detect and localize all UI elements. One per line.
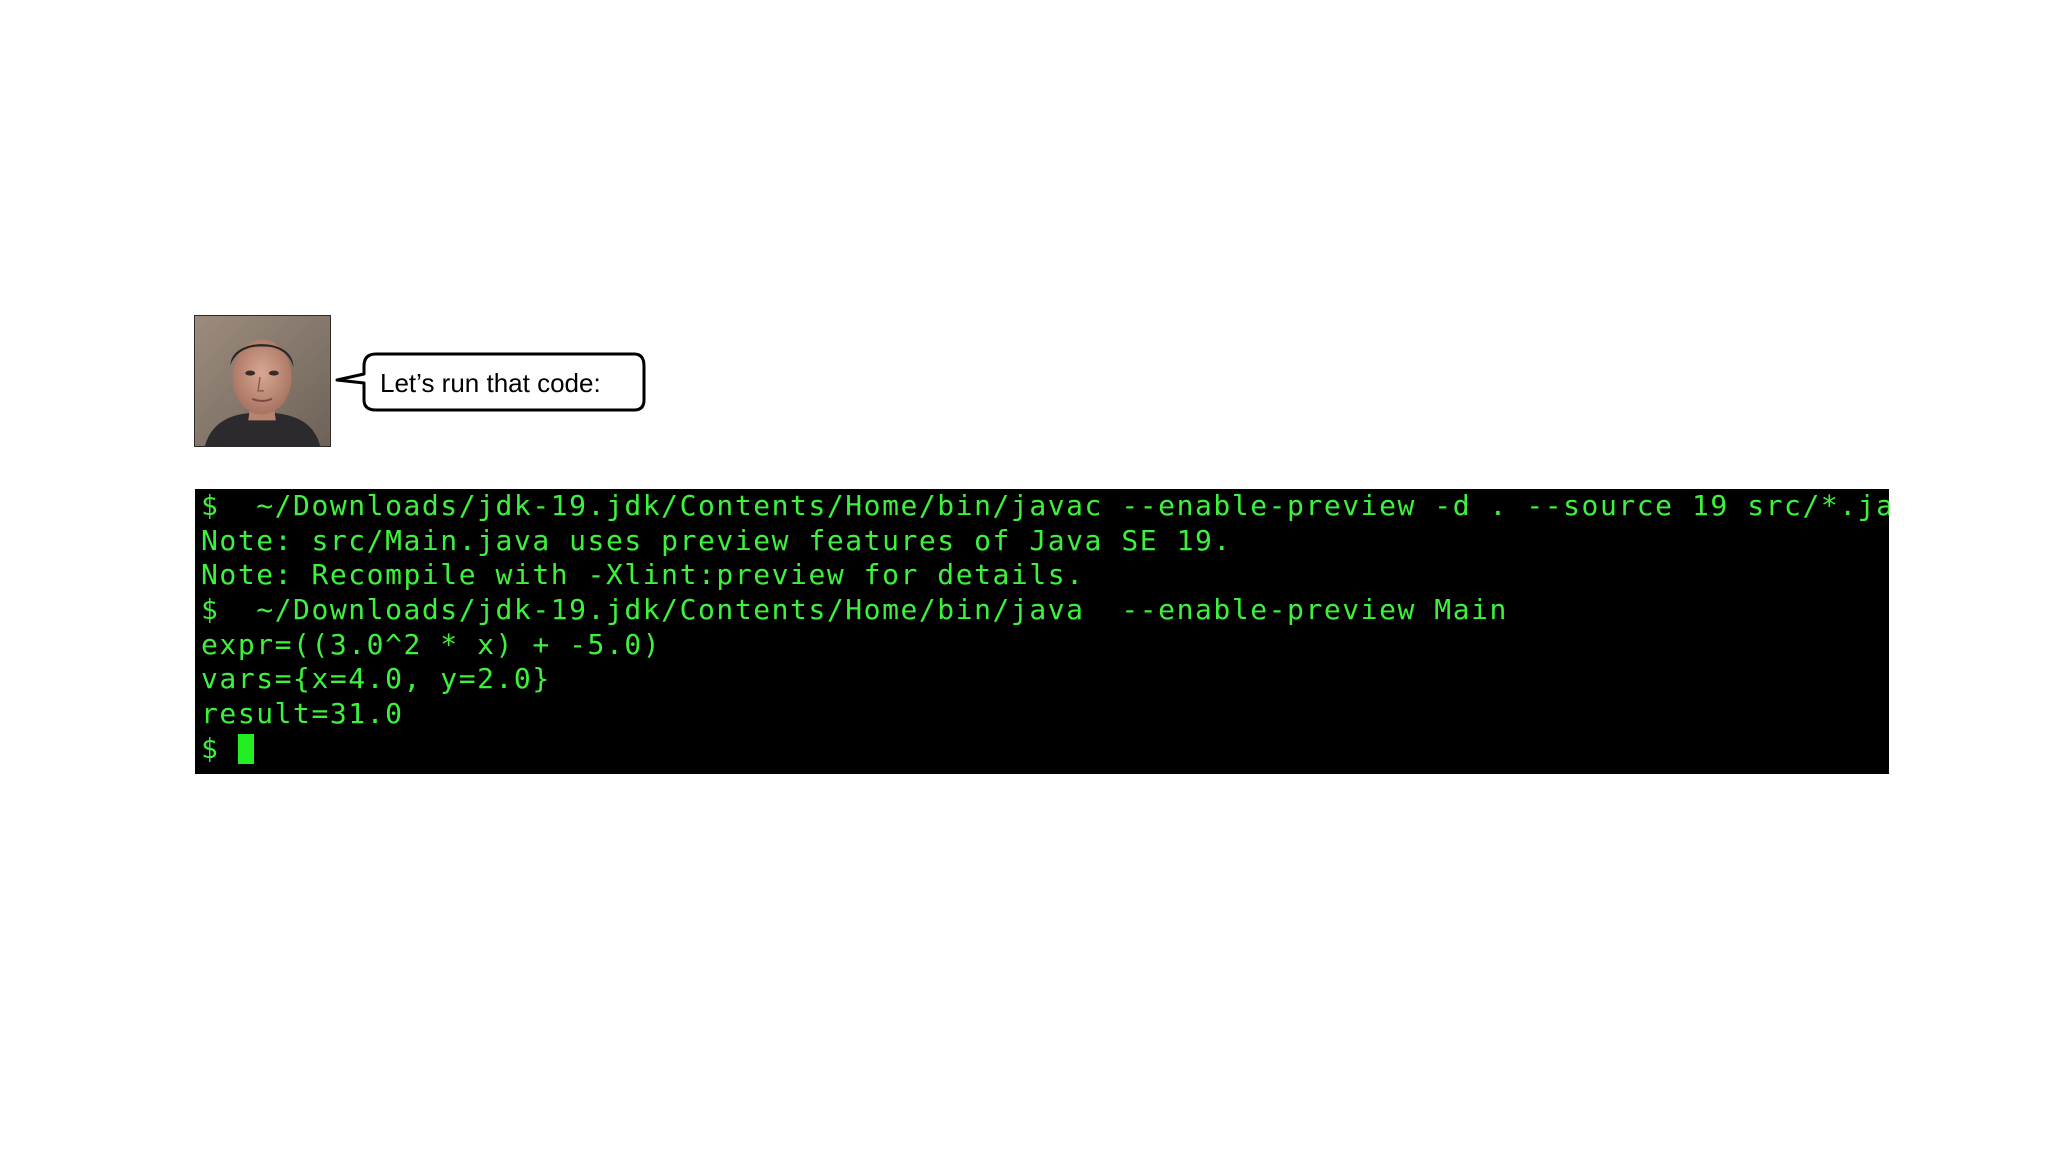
- presenter-photo: [195, 316, 330, 446]
- terminal-cursor: [237, 733, 254, 764]
- terminal-line: Note: src/Main.java uses preview feature…: [201, 523, 1232, 557]
- terminal-prompt-line[interactable]: $: [201, 732, 1889, 767]
- terminal-prompt: $: [201, 731, 238, 765]
- terminal-line: expr=((3.0^2 * x) + -5.0): [201, 627, 662, 661]
- terminal-line: Note: Recompile with -Xlint:preview for …: [201, 558, 1085, 592]
- terminal-line: $ ~/Downloads/jdk-19.jdk/Contents/Home/b…: [201, 489, 1889, 522]
- slide: Let’s run that code: $ ~/Downloads/jdk-1…: [0, 0, 2048, 1152]
- terminal-line: vars={x=4.0, y=2.0}: [201, 662, 551, 696]
- terminal-line: $ ~/Downloads/jdk-19.jdk/Contents/Home/b…: [201, 593, 1508, 627]
- speech-bubble-text: Let’s run that code:: [380, 368, 601, 398]
- terminal-line: result=31.0: [201, 697, 404, 731]
- presenter-avatar: [194, 315, 331, 447]
- speech-bubble: Let’s run that code:: [334, 352, 648, 414]
- terminal-window[interactable]: $ ~/Downloads/jdk-19.jdk/Contents/Home/b…: [195, 489, 1889, 774]
